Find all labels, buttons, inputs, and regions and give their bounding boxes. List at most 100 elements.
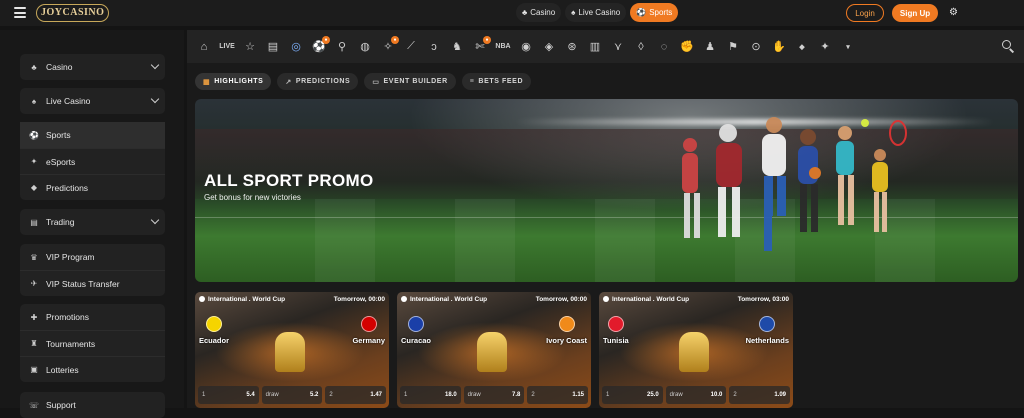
mode-live-casino-button[interactable]: ♠ Live Casino — [565, 3, 627, 22]
darts-icon[interactable]: ◊ — [632, 38, 650, 56]
nav-group-live-casino: ♠ Live Casino — [20, 88, 165, 114]
login-button[interactable]: Login — [846, 4, 884, 22]
world-cup-icon[interactable]: ◎ — [287, 38, 305, 56]
banner-subtitle: Get bonus for new victories — [204, 193, 301, 202]
esports-icon[interactable]: ▥ — [586, 38, 604, 56]
menu-icon[interactable] — [14, 7, 26, 18]
match-card[interactable]: International . World Cup Tomorrow, 03:00… — [599, 292, 793, 408]
athletes-illustration — [682, 117, 907, 251]
rugby-icon[interactable]: ⊛ — [563, 38, 581, 56]
handball-icon[interactable]: ✋ — [770, 38, 788, 56]
snooker-icon[interactable]: ◌ — [655, 38, 673, 56]
dota-icon[interactable]: ◆ — [793, 38, 811, 56]
flag-icon — [607, 316, 624, 332]
valorant-icon[interactable]: ⋎ — [609, 38, 627, 56]
tab-event-builder[interactable]: ▭ EVENT BUILDER — [364, 73, 456, 90]
hot-badge-icon: ● — [483, 35, 491, 44]
chess-icon[interactable]: ♟ — [701, 38, 719, 56]
tennis-icon[interactable]: ⚲ — [333, 38, 351, 56]
mode-sports-button[interactable]: ⚽ Sports — [630, 3, 679, 22]
odd-button[interactable]: 2 1.09 — [729, 386, 791, 404]
match-time: Tomorrow, 03:00 — [737, 296, 789, 303]
golf-icon[interactable]: ⊙ — [747, 38, 765, 56]
sidebar-item-live-casino[interactable]: ♠ Live Casino — [20, 88, 165, 114]
plane-icon: ✈ — [30, 279, 38, 288]
nba-icon[interactable]: NBA — [494, 38, 512, 56]
volleyball-icon[interactable]: ◉ — [517, 38, 535, 56]
sidebar-item-lotteries[interactable]: ▣ Lotteries — [20, 356, 165, 382]
boxing-icon[interactable]: ✄ ● — [471, 35, 491, 56]
match-time: Tomorrow, 00:00 — [333, 296, 385, 303]
badminton-icon[interactable]: ✧ ● — [379, 35, 399, 56]
mma-icon[interactable]: ✊ — [678, 38, 696, 56]
home-team: Ecuador — [199, 316, 229, 345]
tab-predictions[interactable]: ↗ PREDICTIONS — [277, 73, 359, 90]
basketball-icon[interactable]: ◍ — [356, 38, 374, 56]
star-icon[interactable]: ☆ — [241, 38, 259, 56]
nav-group-vip: ♛ VIP Program ✈ VIP Status Transfer — [20, 244, 165, 296]
racing-icon[interactable]: ⚑ — [724, 38, 742, 56]
trophy-icon: ♜ — [30, 339, 38, 348]
casino-icon: ♣ — [31, 62, 37, 72]
crown-icon: ♛ — [30, 252, 38, 262]
tab-highlights[interactable]: ▦ HIGHLIGHTS — [195, 73, 272, 90]
live-icon[interactable]: LIVE — [218, 38, 236, 56]
more-sports-icon[interactable]: ▾ — [839, 38, 857, 56]
odd-button[interactable]: draw 7.8 — [463, 386, 525, 404]
cricket-icon[interactable]: ⟋ — [402, 38, 420, 56]
odd-button[interactable]: 1 5.4 — [198, 386, 259, 404]
league-label: International . World Cup — [401, 296, 487, 303]
cs-icon[interactable]: ✦ — [816, 38, 834, 56]
home-icon[interactable]: ⌂ — [195, 38, 213, 56]
section-tabs: ▦ HIGHLIGHTS ↗ PREDICTIONS ▭ EVENT BUILDER … — [195, 73, 532, 90]
away-team: Germany — [352, 316, 385, 345]
nav-group-support: ☏ Support — [20, 392, 165, 418]
match-card[interactable]: International . World Cup Tomorrow, 00:00… — [397, 292, 591, 408]
logo[interactable]: JOYCASINO — [36, 4, 110, 22]
betslip-icon[interactable]: ▤ — [264, 38, 282, 56]
sidebar-item-vip-status-transfer[interactable]: ✈ VIP Status Transfer — [20, 270, 165, 296]
sidebar-item-vip-program[interactable]: ♛ VIP Program — [20, 244, 165, 270]
live-casino-icon: ♠ — [571, 8, 576, 17]
soccer-ball-icon — [603, 296, 609, 302]
sidebar-item-casino[interactable]: ♣ Casino — [20, 54, 165, 80]
odds-row: 1 5.4 draw 5.2 2 1.47 — [198, 386, 387, 404]
odd-button[interactable]: 2 1.47 — [325, 386, 387, 404]
soccer-ball-icon: ⚽ — [29, 130, 39, 140]
sidebar-item-trading[interactable]: ▤ Trading — [20, 209, 165, 235]
predictions-icon: ◆ — [30, 183, 38, 192]
sidebar-item-predictions[interactable]: ◆ Predictions — [20, 174, 165, 200]
odd-button[interactable]: 2 1.15 — [527, 386, 589, 404]
mode-switch: ♣ Casino ♠ Live Casino ⚽ Sports — [516, 3, 679, 22]
sidebar-item-tournaments[interactable]: ♜ Tournaments — [20, 330, 165, 356]
odd-button[interactable]: 1 18.0 — [400, 386, 461, 404]
signup-button[interactable]: Sign Up — [892, 4, 938, 22]
sidebar-item-sports[interactable]: ⚽ Sports — [20, 122, 165, 148]
league-label: International . World Cup — [199, 296, 285, 303]
odd-button[interactable]: draw 5.2 — [261, 386, 323, 404]
mode-casino-button[interactable]: ♣ Casino — [516, 3, 562, 22]
athletics-icon[interactable]: ♞ — [448, 38, 466, 56]
sidebar-item-esports[interactable]: ✦ eSports — [20, 148, 165, 174]
odd-button[interactable]: draw 10.0 — [665, 386, 727, 404]
ticket-icon: ▣ — [30, 365, 38, 374]
live-casino-icon: ♠ — [31, 96, 37, 106]
top-bar: JOYCASINO ♣ Casino ♠ Live Casino ⚽ Sports L… — [0, 0, 1024, 26]
soccer-icon[interactable]: ⚽ ● — [310, 35, 330, 56]
search-icon[interactable] — [1000, 38, 1016, 54]
sidebar-item-promotions[interactable]: ✚ Promotions — [20, 304, 165, 330]
flag-icon — [759, 316, 776, 332]
trophy-icon — [477, 332, 507, 372]
tab-bets-feed[interactable]: ≡ BETS FEED — [461, 73, 532, 90]
nav-group-trading: ▤ Trading — [20, 209, 165, 235]
match-time: Tomorrow, 00:00 — [535, 296, 587, 303]
sidebar-item-support[interactable]: ☏ Support — [20, 392, 165, 418]
table-tennis-icon[interactable]: ◈ — [540, 38, 558, 56]
match-card[interactable]: International . World Cup Tomorrow, 00:00… — [195, 292, 389, 408]
promo-banner[interactable]: ALL SPORT PROMO Get bonus for new victor… — [195, 99, 1018, 282]
settings-icon[interactable]: ⚙ — [949, 7, 958, 18]
trophy-icon — [679, 332, 709, 372]
home-team: Curacao — [401, 316, 431, 345]
odd-button[interactable]: 1 25.0 — [602, 386, 663, 404]
hockey-icon[interactable]: ↄ — [425, 38, 443, 56]
